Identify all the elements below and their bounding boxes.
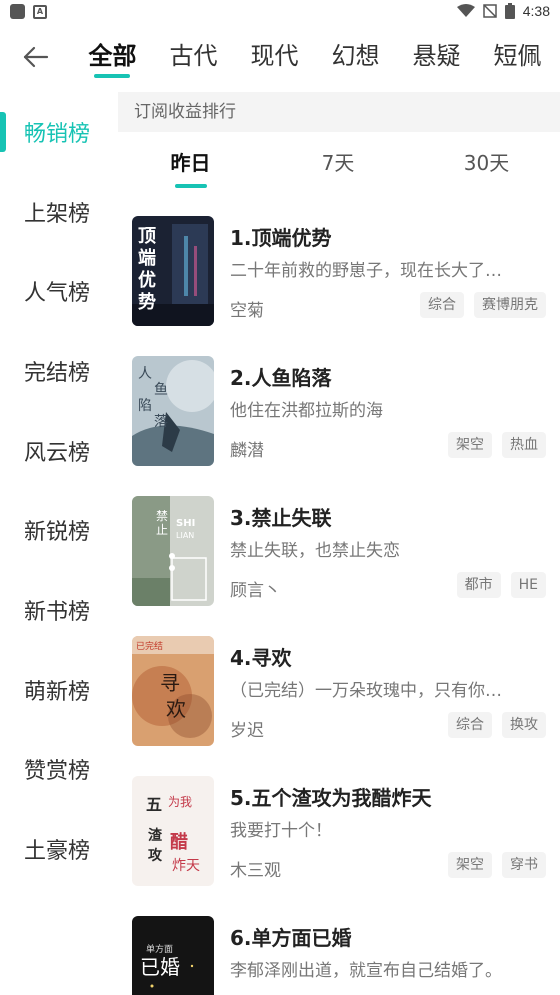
book-title: 1.顶端优势	[230, 226, 332, 250]
book-tags: 架空 热血	[448, 432, 546, 458]
svg-text:炸天: 炸天	[172, 858, 200, 874]
svg-text:鱼: 鱼	[154, 381, 168, 398]
book-description: 我要打十个！	[230, 821, 332, 841]
active-indicator	[0, 112, 6, 152]
svg-text:已完结: 已完结	[136, 640, 163, 652]
book-cover: 五 为我 渣 醋 攻 炸天	[132, 776, 214, 886]
sidebar-item-trending[interactable]: 风云榜	[0, 411, 118, 491]
book-item[interactable]: 五 为我 渣 醋 攻 炸天 5.五个渣攻为我醋炸天 我要打十个！ 木三观 架空 …	[132, 776, 546, 886]
book-description: （已完结）一万朵玫瑰中，只有你…	[230, 681, 502, 701]
svg-text:人: 人	[138, 366, 152, 382]
svg-text:优: 优	[138, 269, 156, 291]
book-tag[interactable]: 赛博朋克	[474, 292, 546, 318]
sidebar-item-completed[interactable]: 完结榜	[0, 331, 118, 411]
notification-icon	[10, 4, 25, 19]
book-tags: 架空 穿书	[448, 852, 546, 878]
svg-text:SHI: SHI	[176, 518, 195, 529]
book-item[interactable]: 单方面 已婚 6.单方面已婚 李郁泽刚出道，就宣布自己结婚了。	[132, 916, 546, 995]
svg-text:禁: 禁	[156, 509, 168, 523]
svg-text:为我: 为我	[168, 795, 192, 809]
sidebar-item-rising[interactable]: 新锐榜	[0, 490, 118, 570]
svg-text:势: 势	[138, 291, 156, 313]
svg-text:醋: 醋	[170, 831, 188, 853]
svg-text:落: 落	[154, 414, 168, 430]
svg-text:攻: 攻	[148, 847, 163, 864]
book-list: 顶 端 优 势 1.顶端优势 二十年前救的野崽子，现在长大了… 空菊 综合 赛博…	[118, 0, 560, 995]
book-author: 空菊	[230, 301, 264, 321]
book-cover: 单方面 已婚	[132, 916, 214, 995]
book-description: 二十年前救的野崽子，现在长大了…	[230, 261, 502, 281]
sidebar-item-bestseller[interactable]: 畅销榜	[0, 92, 118, 172]
book-author: 麟潜	[230, 441, 264, 461]
sidebar-item-shelf[interactable]: 上架榜	[0, 172, 118, 252]
svg-text:五: 五	[146, 795, 162, 814]
svg-text:陷: 陷	[138, 398, 152, 414]
sidebar-item-new-books[interactable]: 新书榜	[0, 570, 118, 650]
svg-text:渣: 渣	[148, 827, 163, 844]
book-tag[interactable]: 架空	[448, 852, 492, 878]
book-cover: 禁 止 SHI LIAN	[132, 496, 214, 606]
book-description: 李郁泽刚出道，就宣布自己结婚了。	[230, 961, 502, 981]
book-tags: 综合 赛博朋克	[420, 292, 546, 318]
book-tag[interactable]: 热血	[502, 432, 546, 458]
app-notification-icon: A	[33, 4, 47, 19]
book-tag[interactable]: 综合	[448, 712, 492, 738]
book-item[interactable]: 人 鱼 陷 落 2.人鱼陷落 他住在洪都拉斯的海 麟潜 架空 热血	[132, 356, 546, 466]
book-item[interactable]: 已完结 寻 欢 4.寻欢 （已完结）一万朵玫瑰中，只有你… 岁迟 综合 换攻	[132, 636, 546, 746]
back-arrow-icon[interactable]	[22, 44, 50, 70]
svg-text:LIAN: LIAN	[176, 531, 194, 540]
book-title: 6.单方面已婚	[230, 926, 352, 950]
book-description: 他住在洪都拉斯的海	[230, 401, 383, 421]
svg-text:止: 止	[156, 523, 168, 537]
book-cover: 人 鱼 陷 落	[132, 356, 214, 466]
ranking-sidebar: 畅销榜 上架榜 人气榜 完结榜 风云榜 新锐榜 新书榜 萌新榜 赞赏榜 土豪榜	[0, 92, 118, 889]
svg-text:单方面: 单方面	[146, 943, 173, 955]
book-title: 3.禁止失联	[230, 506, 332, 530]
book-tags: 综合 换攻	[448, 712, 546, 738]
book-author: 顾言丶	[230, 581, 281, 601]
book-author: 岁迟	[230, 721, 264, 741]
book-tag[interactable]: 架空	[448, 432, 492, 458]
book-tag[interactable]: 穿书	[502, 852, 546, 878]
svg-text:顶: 顶	[138, 226, 156, 247]
svg-text:已婚: 已婚	[140, 955, 180, 979]
book-tag[interactable]: 都市	[456, 572, 501, 598]
book-cover: 已完结 寻 欢	[132, 636, 214, 746]
book-title: 5.五个渣攻为我醋炸天	[230, 786, 432, 810]
sidebar-item-top-spenders[interactable]: 土豪榜	[0, 809, 118, 889]
sidebar-item-newcomer[interactable]: 萌新榜	[0, 650, 118, 730]
book-author: 木三观	[230, 861, 281, 881]
sidebar-item-tips[interactable]: 赞赏榜	[0, 730, 118, 810]
book-item[interactable]: 禁 止 SHI LIAN 3.禁止失联 禁止失联，也禁止失恋 顾言丶 都市 HE	[132, 496, 546, 606]
book-tag[interactable]: 换攻	[502, 712, 546, 738]
book-title: 2.人鱼陷落	[230, 366, 332, 390]
book-title: 4.寻欢	[230, 646, 292, 670]
book-description: 禁止失联，也禁止失恋	[230, 541, 400, 561]
book-item[interactable]: 顶 端 优 势 1.顶端优势 二十年前救的野崽子，现在长大了… 空菊 综合 赛博…	[132, 216, 546, 326]
svg-text:寻: 寻	[160, 671, 180, 695]
book-tags: 都市 HE	[456, 572, 546, 598]
svg-text:欢: 欢	[166, 697, 186, 721]
sidebar-item-popular[interactable]: 人气榜	[0, 251, 118, 331]
book-tag[interactable]: HE	[510, 572, 546, 598]
book-tag[interactable]: 综合	[420, 292, 464, 318]
svg-text:端: 端	[138, 248, 156, 269]
book-cover: 顶 端 优 势	[132, 216, 214, 326]
